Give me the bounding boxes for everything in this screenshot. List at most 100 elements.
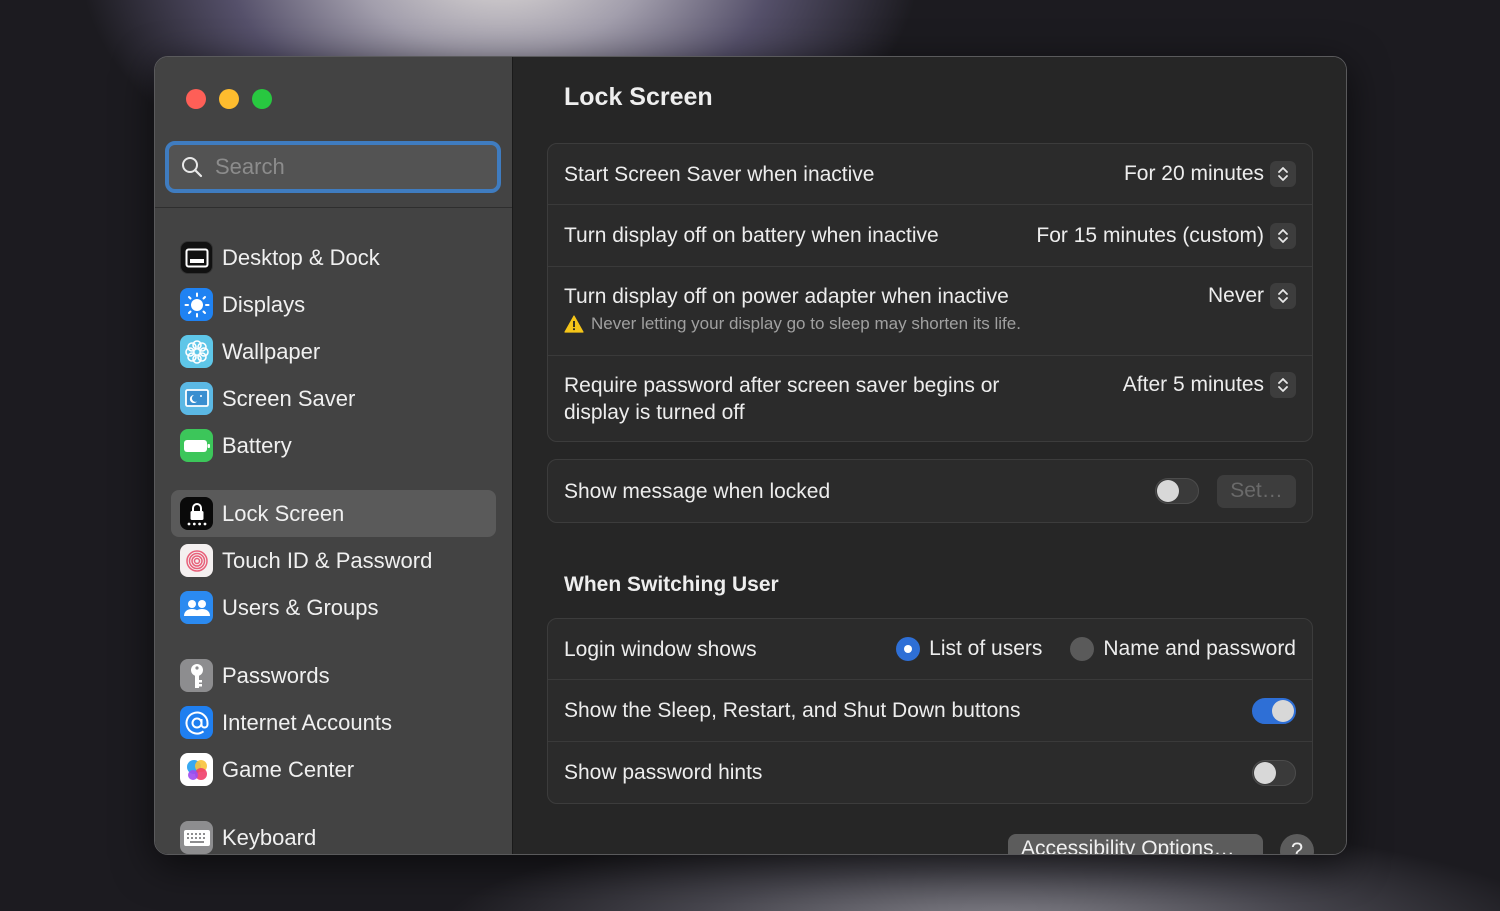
sidebar-item-label: Passwords xyxy=(222,662,330,688)
sidebar-item-label: Lock Screen xyxy=(222,500,345,526)
search-icon xyxy=(182,157,203,178)
row-label: Show password hints xyxy=(564,761,763,784)
require-password-popup[interactable]: After 5 minutes xyxy=(1123,372,1296,398)
fingerprint-icon xyxy=(180,544,213,577)
sidebar-item-battery[interactable]: Battery xyxy=(171,422,496,469)
search-input[interactable] xyxy=(215,154,475,180)
popup-value: After 5 minutes xyxy=(1122,373,1264,396)
sleep-restart-toggle[interactable] xyxy=(1252,697,1296,724)
sidebar-item-label: Keyboard xyxy=(222,824,317,850)
battery-display-off-row: Turn display off on battery when inactiv… xyxy=(548,205,1312,267)
row-label: Login window shows xyxy=(564,637,757,661)
users-icon xyxy=(180,591,213,624)
sidebar-item-wallpaper[interactable]: Wallpaper xyxy=(171,328,496,375)
sidebar-item-touch-id[interactable]: Touch ID & Password xyxy=(171,537,496,584)
sidebar-item-label: Displays xyxy=(222,291,306,317)
desktop-dock-icon xyxy=(180,241,213,274)
page-title: Lock Screen xyxy=(564,83,713,111)
battery-display-off-popup[interactable]: For 15 minutes (custom) xyxy=(1036,222,1296,249)
close-window-button[interactable] xyxy=(186,89,206,109)
sidebar-item-desktop-dock[interactable]: Desktop & Dock xyxy=(171,234,496,281)
sidebar: Desktop & Dock Displays Wallpaper xyxy=(155,57,513,854)
sidebar-item-label: Touch ID & Password xyxy=(222,547,433,573)
battery-icon xyxy=(180,429,213,462)
row-label: Show message when locked xyxy=(564,479,831,503)
power-adapter-display-off-popup[interactable]: Never xyxy=(1208,283,1296,309)
show-message-toggle[interactable] xyxy=(1155,478,1199,504)
sidebar-item-label: Game Center xyxy=(222,756,355,782)
row-label: Turn display off on power adapter when i… xyxy=(564,285,1009,308)
require-password-row: Require password after screen saver begi… xyxy=(548,356,1312,441)
radio-name-and-password[interactable] xyxy=(1070,637,1095,661)
popup-value: For 15 minutes (custom) xyxy=(1036,223,1264,247)
warning-text: Never letting your display go to sleep m… xyxy=(591,314,1021,333)
screen-saver-icon xyxy=(180,382,213,415)
lock-message-card: Show message when locked Set… xyxy=(547,459,1313,523)
password-hints-row: Show password hints xyxy=(548,742,1312,803)
nav-group-input: Keyboard xyxy=(171,814,496,854)
login-window-radio-group: List of users Name and password xyxy=(896,637,1296,661)
search-field[interactable] xyxy=(165,141,501,193)
login-window-row: Login window shows List of users Name an… xyxy=(548,619,1312,680)
lock-screen-icon xyxy=(180,497,213,530)
row-label: Turn display off on battery when inactiv… xyxy=(564,224,939,247)
row-label: Start Screen Saver when inactive xyxy=(564,162,875,186)
row-label-line: Require password after screen saver begi… xyxy=(564,374,1000,397)
power-adapter-display-off-row: Turn display off on power adapter when i… xyxy=(548,267,1312,356)
sidebar-item-displays[interactable]: Displays xyxy=(171,281,496,328)
sidebar-item-screen-saver[interactable]: Screen Saver xyxy=(171,375,496,422)
sidebar-item-keyboard[interactable]: Keyboard xyxy=(171,814,496,854)
popup-value: Never xyxy=(1207,284,1264,307)
toggle-knob xyxy=(1272,699,1294,722)
toggle-knob xyxy=(1254,761,1276,784)
sidebar-item-label: Battery xyxy=(222,432,292,458)
sidebar-item-lock-screen[interactable]: Lock Screen xyxy=(171,490,496,537)
system-settings-window: Desktop & Dock Displays Wallpaper xyxy=(154,56,1347,855)
game-center-icon xyxy=(180,753,213,786)
chevron-up-down-icon xyxy=(1270,283,1296,309)
warning-triangle-icon xyxy=(564,315,584,333)
sidebar-divider xyxy=(155,207,512,208)
warning-message: Never letting your display go to sleep m… xyxy=(564,314,1021,334)
displays-sun-icon xyxy=(180,288,213,321)
sidebar-item-internet-accounts[interactable]: Internet Accounts xyxy=(171,699,496,746)
minimize-window-button[interactable] xyxy=(219,89,239,109)
sidebar-item-game-center[interactable]: Game Center xyxy=(171,746,496,793)
chevron-up-down-icon xyxy=(1270,222,1296,249)
sidebar-item-label: Screen Saver xyxy=(222,385,356,411)
nav-group-accounts: Passwords Internet Accounts Game Center xyxy=(171,652,496,793)
sidebar-item-users-groups[interactable]: Users & Groups xyxy=(171,584,496,631)
popup-value: For 20 minutes xyxy=(1123,162,1264,185)
sidebar-item-label: Wallpaper xyxy=(222,338,321,364)
sidebar-item-label: Users & Groups xyxy=(222,594,379,620)
sidebar-item-passwords[interactable]: Passwords xyxy=(171,652,496,699)
chevron-up-down-icon xyxy=(1270,161,1296,187)
row-label: Show the Sleep, Restart, and Shut Down b… xyxy=(564,699,1021,722)
zoom-window-button[interactable] xyxy=(252,89,272,109)
switching-user-card: Login window shows List of users Name an… xyxy=(547,618,1313,804)
section-title: When Switching User xyxy=(564,573,779,596)
radio-label[interactable]: List of users xyxy=(929,637,1042,661)
nav-group-security: Lock Screen Touch ID & Password Users & … xyxy=(171,490,496,631)
wallpaper-flower-icon xyxy=(180,335,213,368)
row-label: Require password after screen saver begi… xyxy=(564,372,999,426)
toggle-knob xyxy=(1157,480,1179,502)
sidebar-nav: Desktop & Dock Displays Wallpaper Screen… xyxy=(171,234,496,854)
radio-label[interactable]: Name and password xyxy=(1103,637,1296,661)
screen-saver-delay-popup[interactable]: For 20 minutes xyxy=(1124,161,1296,187)
accessibility-options-button[interactable]: Accessibility Options… xyxy=(1008,834,1263,854)
row-controls: Set… xyxy=(1155,474,1296,508)
sidebar-item-label: Internet Accounts xyxy=(222,709,392,735)
help-button[interactable]: ? xyxy=(1280,834,1314,854)
set-message-button[interactable]: Set… xyxy=(1217,474,1296,508)
traffic-lights xyxy=(186,89,272,109)
keyboard-icon xyxy=(180,821,213,854)
show-message-row: Show message when locked Set… xyxy=(548,460,1312,522)
key-icon xyxy=(180,659,213,692)
password-hints-toggle[interactable] xyxy=(1252,759,1296,786)
radio-list-of-users[interactable] xyxy=(896,637,921,661)
chevron-up-down-icon xyxy=(1270,372,1296,398)
screen-saver-row: Start Screen Saver when inactive For 20 … xyxy=(548,144,1312,205)
sidebar-item-label: Desktop & Dock xyxy=(222,244,380,270)
sleep-restart-row: Show the Sleep, Restart, and Shut Down b… xyxy=(548,680,1312,742)
